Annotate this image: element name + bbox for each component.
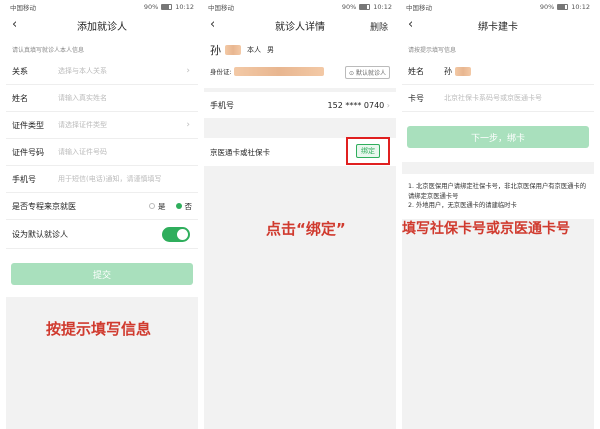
patient-relation: 本人 <box>247 46 261 54</box>
patient-form: 关系 选择与本人关系 › 姓名 请输入真实姓名 证件类型 请选择证件类型 › 证… <box>6 58 198 297</box>
step-caption: 填写社保卡号或京医通卡号 <box>402 221 570 237</box>
field-placeholder: 请选择证件类型 <box>58 121 107 129</box>
step-caption: 点击“绑定” <box>266 220 346 238</box>
field-label: 证件号码 <box>12 147 44 157</box>
default-button-label: 默认就诊人 <box>355 70 386 77</box>
info-notes: 1. 北京医保用户请绑定社保卡号，非北京医保用户有京医通卡的请绑定京医通卡号 2… <box>402 174 594 219</box>
carrier: 中国移动 <box>406 4 432 12</box>
redacted-id <box>233 66 324 76</box>
default-toggle[interactable] <box>162 226 190 242</box>
back-icon[interactable]: ‹ <box>12 17 17 32</box>
radio-no[interactable]: 否 <box>175 201 193 212</box>
redacted-name <box>455 66 471 76</box>
radio-yes[interactable]: 是 <box>149 201 166 212</box>
field-placeholder: 用于短信(电话)通知，请谨慎填写 <box>58 175 162 183</box>
battery-icon <box>161 4 173 10</box>
clock: 10:12 <box>373 3 392 11</box>
status-bar: 中国移动 90% 10:12 <box>204 0 396 14</box>
check-icon: ⊙ <box>349 70 355 77</box>
field-label: 设为默认就诊人 <box>12 229 68 239</box>
radio-label: 否 <box>184 201 193 211</box>
field-label: 姓名 <box>408 66 424 76</box>
highlight-box: 绑定 <box>346 137 390 165</box>
battery-level: 90% <box>143 3 159 11</box>
phone-value: 152 **** 0740 <box>327 100 385 110</box>
chevron-right-icon: › <box>186 120 190 130</box>
status-bar: 中国移动 90% 10:12 <box>402 0 594 14</box>
page-title: 绑卡建卡 <box>478 21 518 33</box>
patient-gender: 男 <box>267 46 274 54</box>
id-number-field[interactable]: 证件号码 请输入证件号码 <box>6 139 198 166</box>
patient-card: 孙 本人 男 身份证: <box>204 36 396 88</box>
card-bind-row: 京医通卡或社保卡 绑定 <box>204 137 396 166</box>
card-number-field[interactable]: 卡号 北京社保卡系码号或京医通卡号 <box>402 85 594 112</box>
default-patient-row: 设为默认就诊人 <box>6 220 198 249</box>
phone-label: 手机号 <box>210 100 234 110</box>
info-note: 1. 北京医保用户请绑定社保卡号，非北京医保用户有京医通卡的请绑定京医通卡号 <box>408 183 587 200</box>
radio-checked-icon <box>175 203 182 209</box>
battery-icon <box>359 4 371 10</box>
card-label: 京医通卡或社保卡 <box>210 147 270 157</box>
field-label: 姓名 <box>12 93 28 103</box>
radio-icon <box>149 203 155 209</box>
chevron-right-icon: › <box>186 66 190 76</box>
header: ‹ 添加就诊人 <box>6 14 198 36</box>
battery-level: 90% <box>341 3 357 11</box>
phone-row: 手机号 152 **** 0740 › <box>204 92 396 118</box>
redacted-name <box>225 45 241 55</box>
battery-level: 90% <box>539 3 555 11</box>
field-label: 是否专程来京就医 <box>12 201 76 211</box>
bind-form: 姓名 孙 卡号 北京社保卡系码号或京医通卡号 下一步，绑卡 <box>402 58 594 162</box>
form-hint: 请认真填写就诊人本人信息 <box>6 36 198 58</box>
clock: 10:12 <box>175 3 194 11</box>
page-title: 添加就诊人 <box>77 21 127 33</box>
field-label: 手机号 <box>12 174 36 184</box>
chevron-right-icon: › <box>386 100 390 110</box>
name-value: 孙 <box>444 66 452 76</box>
carrier: 中国移动 <box>208 4 234 12</box>
step-caption: 按提示填写信息 <box>46 320 152 338</box>
beijing-visit-row: 是否专程来京就医 是 否 <box>6 193 198 220</box>
next-bind-button[interactable]: 下一步，绑卡 <box>407 126 589 148</box>
default-patient-button[interactable]: ⊙ 默认就诊人 <box>345 66 390 79</box>
field-placeholder: 北京社保卡系码号或京医通卡号 <box>444 94 542 102</box>
field-placeholder: 请输入真实姓名 <box>58 94 107 102</box>
name-field[interactable]: 姓名 请输入真实姓名 <box>6 85 198 112</box>
back-icon[interactable]: ‹ <box>210 17 215 32</box>
info-note: 2. 外地用户，无京医通卡的请建临时卡 <box>408 202 517 209</box>
submit-button[interactable]: 提交 <box>11 263 193 285</box>
back-icon[interactable]: ‹ <box>408 17 413 32</box>
form-hint: 请按提示填写信息 <box>402 36 594 58</box>
field-label: 关系 <box>12 66 28 76</box>
clock: 10:12 <box>571 3 590 11</box>
add-patient-screen: 中国移动 90% 10:12 ‹ 添加就诊人 请认真填写就诊人本人信息 关系 选择… <box>6 0 198 429</box>
header: ‹ 绑卡建卡 <box>402 14 594 36</box>
field-label: 卡号 <box>408 93 424 103</box>
status-bar: 中国移动 90% 10:12 <box>6 0 198 14</box>
patient-detail-screen: 中国移动 90% 10:12 ‹ 就诊人详情 删除 孙 本人 男 身份证: ⊙ 默… <box>204 0 396 429</box>
delete-button[interactable]: 删除 <box>370 20 388 33</box>
bind-button[interactable]: 绑定 <box>356 144 380 158</box>
header: ‹ 就诊人详情 删除 <box>204 14 396 36</box>
radio-label: 是 <box>158 201 166 211</box>
phone-field[interactable]: 手机号 用于短信(电话)通知，请谨慎填写 <box>6 166 198 193</box>
name-row: 姓名 孙 <box>402 58 594 85</box>
field-placeholder: 请输入证件号码 <box>58 148 107 156</box>
id-type-field[interactable]: 证件类型 请选择证件类型 › <box>6 112 198 139</box>
bind-card-screen: 中国移动 90% 10:12 ‹ 绑卡建卡 请按提示填写信息 姓名 孙 卡号 北京… <box>402 0 594 429</box>
battery-icon <box>557 4 569 10</box>
field-label: 证件类型 <box>12 120 44 130</box>
relation-field[interactable]: 关系 选择与本人关系 › <box>6 58 198 85</box>
id-label: 身份证: <box>210 68 232 76</box>
carrier: 中国移动 <box>10 4 36 12</box>
page-title: 就诊人详情 <box>275 21 325 33</box>
patient-name: 孙 <box>210 44 221 57</box>
field-placeholder: 选择与本人关系 <box>58 67 107 75</box>
